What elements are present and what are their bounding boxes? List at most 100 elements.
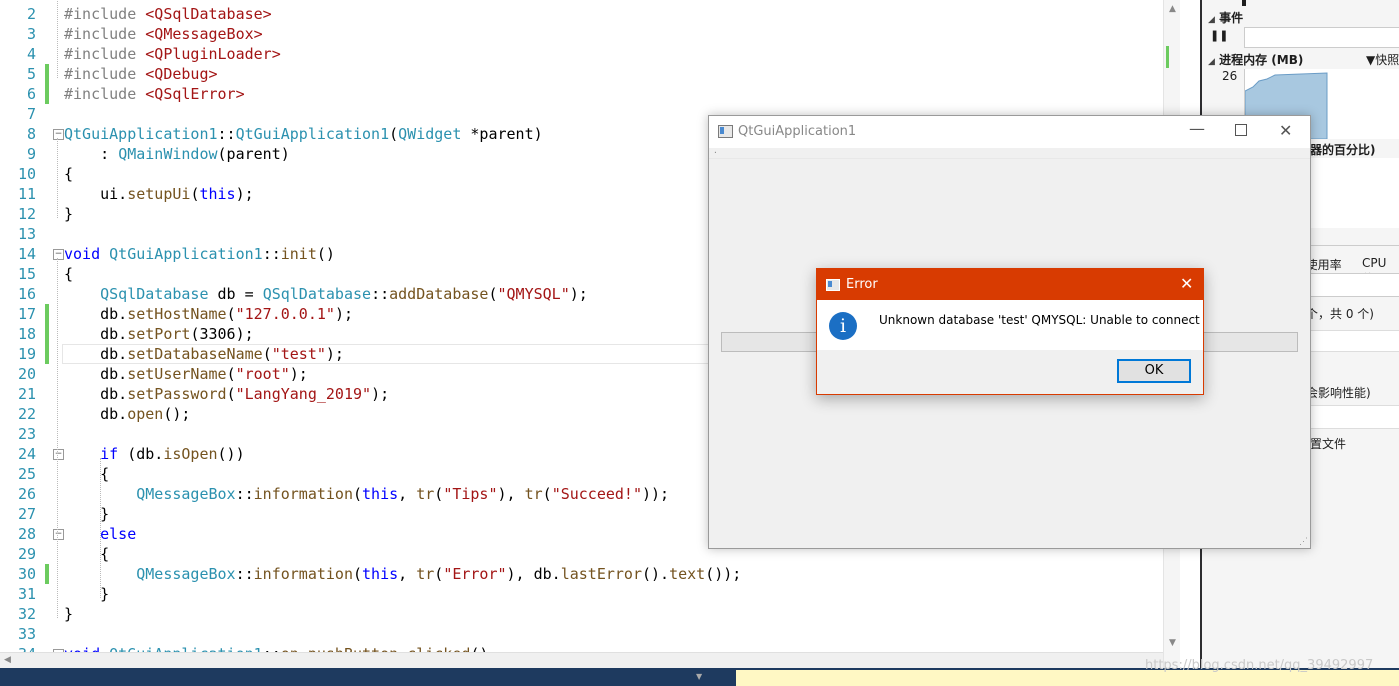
qt-window-title: QtGuiApplication1: [738, 124, 857, 139]
code-line[interactable]: #include <QDebug>: [64, 64, 218, 84]
count-label: 个，共 0 个): [1306, 307, 1374, 321]
change-marker: [45, 64, 49, 84]
app-icon: [718, 125, 733, 138]
line-number: 25: [17, 465, 36, 483]
error-dialog-title: Error: [846, 277, 878, 292]
line-number: 7: [26, 105, 36, 123]
error-dialog[interactable]: Error ✕ i Unknown database 'test' QMYSQL…: [816, 268, 1204, 395]
code-line[interactable]: QtGuiApplication1::QtGuiApplication1(QWi…: [64, 124, 543, 144]
line-number: 33: [17, 625, 36, 643]
line-number: 20: [17, 365, 36, 383]
code-line[interactable]: db.setPort(3306);: [64, 324, 254, 344]
code-line[interactable]: #include <QSqlDatabase>: [64, 4, 272, 24]
code-line[interactable]: db.setUserName("root");: [64, 364, 308, 384]
scroll-down-icon[interactable]: ▼: [1169, 638, 1176, 648]
events-label: 事件: [1219, 11, 1244, 25]
performance-note: 会影响性能): [1306, 386, 1371, 400]
ok-button[interactable]: OK: [1117, 359, 1191, 383]
line-number: 2: [26, 5, 36, 23]
scroll-left-icon[interactable]: ◀: [4, 655, 11, 665]
line-number: 12: [17, 205, 36, 223]
code-line[interactable]: }: [64, 204, 73, 224]
change-marker: [45, 564, 49, 584]
close-icon[interactable]: ✕: [1279, 121, 1292, 140]
collapse-icon[interactable]: ◢: [1208, 15, 1215, 25]
fold-toggle-icon[interactable]: −: [53, 249, 64, 260]
memory-value: 26: [1222, 69, 1238, 83]
snapshot-button[interactable]: ▼快照: [1366, 51, 1399, 68]
line-number: 17: [17, 305, 36, 323]
line-number: 29: [17, 545, 36, 563]
scroll-up-icon[interactable]: ▲: [1169, 4, 1176, 14]
line-number: 31: [17, 585, 36, 603]
fold-toggle-icon[interactable]: −: [53, 529, 64, 540]
line-number: 9: [26, 145, 36, 163]
line-number: 13: [17, 225, 36, 243]
code-line[interactable]: }: [64, 584, 109, 604]
pause-icon[interactable]: ❚❚: [1210, 29, 1228, 42]
line-number: 32: [17, 605, 36, 623]
information-icon: i: [829, 312, 857, 340]
events-section-header[interactable]: ◢ 事件: [1208, 9, 1243, 26]
line-number: 24: [17, 445, 36, 463]
change-marker: [45, 304, 49, 324]
option-row: [1302, 405, 1399, 429]
code-line[interactable]: #include <QSqlError>: [64, 84, 245, 104]
code-line[interactable]: QSqlDatabase db = QSqlDatabase::addDatab…: [64, 284, 588, 304]
code-line[interactable]: db.open();: [64, 404, 190, 424]
code-line[interactable]: }: [64, 604, 73, 624]
code-line[interactable]: {: [64, 544, 109, 564]
code-line[interactable]: {: [64, 464, 109, 484]
code-line[interactable]: QMessageBox::information(this, tr("Tips"…: [64, 484, 669, 504]
code-line[interactable]: db.setDatabaseName("test");: [64, 344, 344, 364]
code-line[interactable]: db.setHostName("127.0.0.1");: [64, 304, 353, 324]
code-line[interactable]: #include <QMessageBox>: [64, 24, 263, 44]
error-message: Unknown database 'test' QMYSQL: Unable t…: [879, 313, 1200, 327]
events-timeline: [1244, 27, 1399, 48]
line-number: 18: [17, 325, 36, 343]
scope-guide: [100, 458, 101, 598]
line-number: 28: [17, 525, 36, 543]
dialog-close-icon[interactable]: ✕: [1180, 274, 1193, 293]
scroll-change-marker: [1166, 46, 1169, 68]
fold-toggle-icon[interactable]: −: [53, 129, 64, 140]
minimize-icon[interactable]: —: [1189, 119, 1205, 138]
fold-toggle-icon[interactable]: −: [53, 449, 64, 460]
scope-guide: [57, 0, 58, 78]
error-titlebar[interactable]: Error ✕: [817, 269, 1203, 300]
line-number: 21: [17, 385, 36, 403]
cpu-percent-label: 器的百分比): [1310, 143, 1376, 157]
resize-grip-icon[interactable]: ⋰: [1299, 537, 1308, 547]
code-line[interactable]: void QtGuiApplication1::init(): [64, 244, 335, 264]
change-marker: [45, 344, 49, 364]
code-line[interactable]: #include <QPluginLoader>: [64, 44, 281, 64]
dialog-app-icon: [826, 279, 840, 291]
line-number: 8: [26, 125, 36, 143]
horizontal-scrollbar[interactable]: ◀: [0, 652, 1163, 668]
change-marker: [45, 84, 49, 104]
line-number: 5: [26, 65, 36, 83]
memory-section-header[interactable]: ◢ 进程内存 (MB): [1208, 51, 1303, 68]
code-line[interactable]: ui.setupUi(this);: [64, 184, 254, 204]
code-line[interactable]: QMessageBox::information(this, tr("Error…: [64, 564, 741, 584]
maximize-icon[interactable]: [1235, 124, 1247, 136]
cpu-chart: [1310, 158, 1399, 228]
line-number: 6: [26, 85, 36, 103]
config-file-label[interactable]: 置文件: [1310, 435, 1346, 452]
code-line[interactable]: if (db.isOpen()): [64, 444, 245, 464]
line-number: 23: [17, 425, 36, 443]
qt-titlebar[interactable]: QtGuiApplication1 — ✕: [709, 116, 1310, 148]
line-number: 15: [17, 265, 36, 283]
collapse-icon[interactable]: ◢: [1208, 57, 1215, 67]
error-dialog-body: i Unknown database 'test' QMYSQL: Unable…: [817, 300, 1203, 350]
memory-label: 进程内存 (MB): [1219, 53, 1304, 67]
code-line[interactable]: : QMainWindow(parent): [64, 144, 290, 164]
code-line[interactable]: }: [64, 504, 109, 524]
line-number: 10: [17, 165, 36, 183]
line-number: 16: [17, 285, 36, 303]
line-number: 30: [17, 565, 36, 583]
code-line[interactable]: {: [64, 264, 73, 284]
code-line[interactable]: {: [64, 164, 73, 184]
code-line[interactable]: db.setPassword("LangYang_2019");: [64, 384, 389, 404]
line-number: 26: [17, 485, 36, 503]
